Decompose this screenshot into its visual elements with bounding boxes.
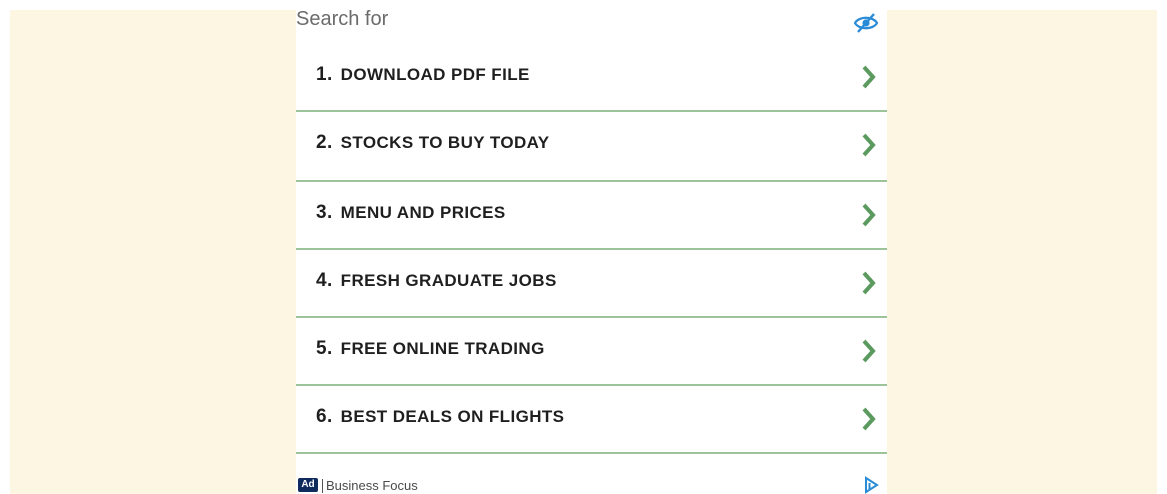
item-text: FREE ONLINE TRADING — [340, 339, 545, 358]
item-number: 3. — [316, 202, 333, 223]
footer-divider — [322, 479, 323, 493]
search-term-item[interactable]: 6. BEST DEALS ON FLIGHTS — [296, 386, 887, 454]
search-term-item[interactable]: 5. FREE ONLINE TRADING — [296, 318, 887, 386]
search-term-item[interactable]: 3. MENU AND PRICES — [296, 182, 887, 250]
item-text: FRESH GRADUATE JOBS — [340, 271, 557, 290]
item-text: MENU AND PRICES — [340, 203, 506, 222]
search-term-label: 4. FRESH GRADUATE JOBS — [316, 270, 557, 292]
chevron-right-icon — [862, 339, 876, 363]
item-number: 5. — [316, 338, 333, 359]
ad-header: Search for — [296, 0, 887, 40]
search-term-label: 2. STOCKS TO BUY TODAY — [316, 132, 549, 154]
search-term-item[interactable]: 1. DOWNLOAD PDF FILE — [296, 44, 887, 112]
chevron-right-icon — [862, 65, 876, 89]
item-number: 2. — [316, 132, 333, 153]
chevron-right-icon — [862, 271, 876, 295]
search-term-item[interactable]: 2. STOCKS TO BUY TODAY — [296, 112, 887, 182]
search-term-label: 3. MENU AND PRICES — [316, 202, 506, 224]
search-for-label: Search for — [296, 8, 389, 30]
item-number: 4. — [316, 270, 333, 291]
item-number: 1. — [316, 64, 333, 85]
item-text: BEST DEALS ON FLIGHTS — [340, 407, 565, 426]
search-term-label: 1. DOWNLOAD PDF FILE — [316, 64, 530, 86]
search-ad-panel: Search for 1. DOWNLOAD PDF FILE 2. STOCKS … — [296, 0, 887, 494]
adchoices-icon[interactable] — [863, 476, 879, 494]
chevron-right-icon — [862, 133, 876, 157]
search-term-label: 5. FREE ONLINE TRADING — [316, 338, 545, 360]
item-text: STOCKS TO BUY TODAY — [340, 133, 550, 152]
brand-label[interactable]: Business Focus — [326, 478, 418, 493]
search-term-label: 6. BEST DEALS ON FLIGHTS — [316, 406, 564, 428]
item-number: 6. — [316, 406, 333, 427]
eye-slash-icon[interactable] — [853, 12, 879, 34]
ad-footer: Ad Business Focus — [296, 474, 887, 494]
chevron-right-icon — [862, 407, 876, 431]
search-term-list: 1. DOWNLOAD PDF FILE 2. STOCKS TO BUY TODA… — [296, 44, 887, 454]
ad-badge: Ad — [298, 478, 318, 492]
item-text: DOWNLOAD PDF FILE — [340, 65, 530, 84]
chevron-right-icon — [862, 203, 876, 227]
search-term-item[interactable]: 4. FRESH GRADUATE JOBS — [296, 250, 887, 318]
